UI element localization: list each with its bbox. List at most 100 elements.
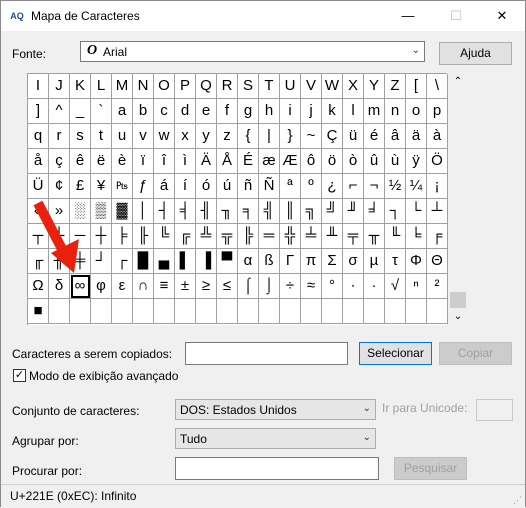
character-cell[interactable]: n xyxy=(385,99,406,124)
character-cell[interactable]: ù xyxy=(385,149,406,174)
character-cell[interactable] xyxy=(70,299,91,324)
character-cell[interactable]: û xyxy=(364,149,385,174)
character-cell[interactable]: ¬ xyxy=(364,174,385,199)
character-cell[interactable]: ß xyxy=(259,249,280,274)
character-cell[interactable]: ■ xyxy=(28,299,49,324)
character-cell[interactable]: Ü xyxy=(28,174,49,199)
character-cell[interactable]: █ xyxy=(133,249,154,274)
character-cell[interactable]: ╖ xyxy=(217,199,238,224)
character-cell[interactable]: ε xyxy=(112,274,133,299)
character-cell[interactable]: ╢ xyxy=(196,199,217,224)
character-cell[interactable]: ª xyxy=(280,174,301,199)
character-cell[interactable]: f xyxy=(217,99,238,124)
character-cell[interactable]: ú xyxy=(217,174,238,199)
character-cell[interactable]: ─ xyxy=(70,224,91,249)
character-cell[interactable]: √ xyxy=(385,274,406,299)
copy-field[interactable] xyxy=(185,342,348,365)
character-cell[interactable]: ═ xyxy=(259,224,280,249)
character-cell[interactable]: ó xyxy=(196,174,217,199)
advanced-view-checkbox[interactable]: ✓ xyxy=(13,369,26,382)
character-cell[interactable]: Æ xyxy=(280,149,301,174)
character-cell[interactable]: ² xyxy=(427,274,448,299)
character-cell[interactable]: w xyxy=(154,124,175,149)
font-select[interactable]: O Arial ⌄ xyxy=(80,41,425,62)
character-cell[interactable] xyxy=(406,299,427,324)
character-cell[interactable]: ^ xyxy=(49,99,70,124)
character-cell[interactable]: Σ xyxy=(322,249,343,274)
character-cell[interactable]: M xyxy=(112,74,133,99)
character-cell[interactable] xyxy=(91,299,112,324)
character-cell[interactable]: ┼ xyxy=(91,224,112,249)
character-cell[interactable]: ≤ xyxy=(217,274,238,299)
character-cell[interactable]: u xyxy=(112,124,133,149)
character-cell[interactable]: └ xyxy=(406,199,427,224)
character-cell[interactable]: ╛ xyxy=(364,199,385,224)
character-cell[interactable]: ╟ xyxy=(133,224,154,249)
group-by-select[interactable]: Tudo ⌄ xyxy=(175,428,376,449)
character-cell[interactable]: ╤ xyxy=(343,224,364,249)
character-cell[interactable] xyxy=(133,299,154,324)
character-cell[interactable]: _ xyxy=(70,99,91,124)
character-cell[interactable]: { xyxy=(238,124,259,149)
character-cell[interactable]: g xyxy=(238,99,259,124)
scroll-up-icon[interactable]: ⌃ xyxy=(449,73,467,90)
character-cell[interactable]: ╨ xyxy=(322,224,343,249)
character-cell[interactable]: ▌ xyxy=(175,249,196,274)
goto-unicode-field[interactable] xyxy=(476,399,513,421)
character-cell[interactable]: ╕ xyxy=(238,199,259,224)
character-cell[interactable]: s xyxy=(70,124,91,149)
character-cell[interactable]: Ç xyxy=(322,124,343,149)
character-cell[interactable]: ╜ xyxy=(343,199,364,224)
character-cell[interactable] xyxy=(259,299,280,324)
character-cell[interactable]: ä xyxy=(406,124,427,149)
character-cell[interactable]: ¼ xyxy=(406,174,427,199)
character-cell[interactable]: ┘ xyxy=(91,249,112,274)
character-cell[interactable] xyxy=(427,299,448,324)
character-cell[interactable]: ┐ xyxy=(385,199,406,224)
character-cell[interactable]: » xyxy=(49,199,70,224)
character-cell[interactable]: µ xyxy=(364,249,385,274)
character-cell[interactable]: P xyxy=(175,74,196,99)
character-cell[interactable]: N xyxy=(133,74,154,99)
character-cell[interactable]: ▐ xyxy=(196,249,217,274)
character-cell[interactable]: ` xyxy=(91,99,112,124)
character-cell[interactable]: ∞ xyxy=(70,274,91,299)
character-cell[interactable]: ∩ xyxy=(133,274,154,299)
character-cell[interactable]: ┴ xyxy=(427,199,448,224)
character-cell[interactable]: Z xyxy=(385,74,406,99)
character-cell[interactable]: é xyxy=(364,124,385,149)
character-cell[interactable] xyxy=(385,299,406,324)
character-cell[interactable]: d xyxy=(175,99,196,124)
character-cell[interactable]: ▄ xyxy=(154,249,175,274)
close-button[interactable]: ✕ xyxy=(479,1,525,31)
character-cell[interactable]: ± xyxy=(175,274,196,299)
character-cell[interactable]: æ xyxy=(259,149,280,174)
character-cell[interactable]: Å xyxy=(217,149,238,174)
character-cell[interactable]: ñ xyxy=(238,174,259,199)
character-cell[interactable]: ░ xyxy=(70,199,91,224)
character-cell[interactable]: ╝ xyxy=(322,199,343,224)
character-cell[interactable]: [ xyxy=(406,74,427,99)
character-cell[interactable] xyxy=(217,299,238,324)
character-cell[interactable]: ┌ xyxy=(112,249,133,274)
character-cell[interactable]: ┤ xyxy=(154,199,175,224)
character-cell[interactable]: δ xyxy=(49,274,70,299)
character-cell[interactable]: ╓ xyxy=(28,249,49,274)
character-cell[interactable]: K xyxy=(70,74,91,99)
character-cell[interactable]: è xyxy=(112,149,133,174)
character-cell[interactable]: ô xyxy=(301,149,322,174)
character-cell[interactable] xyxy=(238,299,259,324)
minimize-button[interactable]: — xyxy=(385,1,431,31)
character-cell[interactable]: å xyxy=(28,149,49,174)
character-cell[interactable] xyxy=(322,299,343,324)
character-cell[interactable]: « xyxy=(28,199,49,224)
character-cell[interactable] xyxy=(364,299,385,324)
character-cell[interactable]: │ xyxy=(133,199,154,224)
character-cell[interactable]: ├ xyxy=(49,224,70,249)
charset-select[interactable]: DOS: Estados Unidos ⌄ xyxy=(175,399,376,420)
resize-grip-icon[interactable]: ⋰ xyxy=(513,495,523,505)
character-cell[interactable] xyxy=(49,299,70,324)
character-cell[interactable]: ⌐ xyxy=(343,174,364,199)
character-cell[interactable]: ╣ xyxy=(259,199,280,224)
character-cell[interactable]: Q xyxy=(196,74,217,99)
